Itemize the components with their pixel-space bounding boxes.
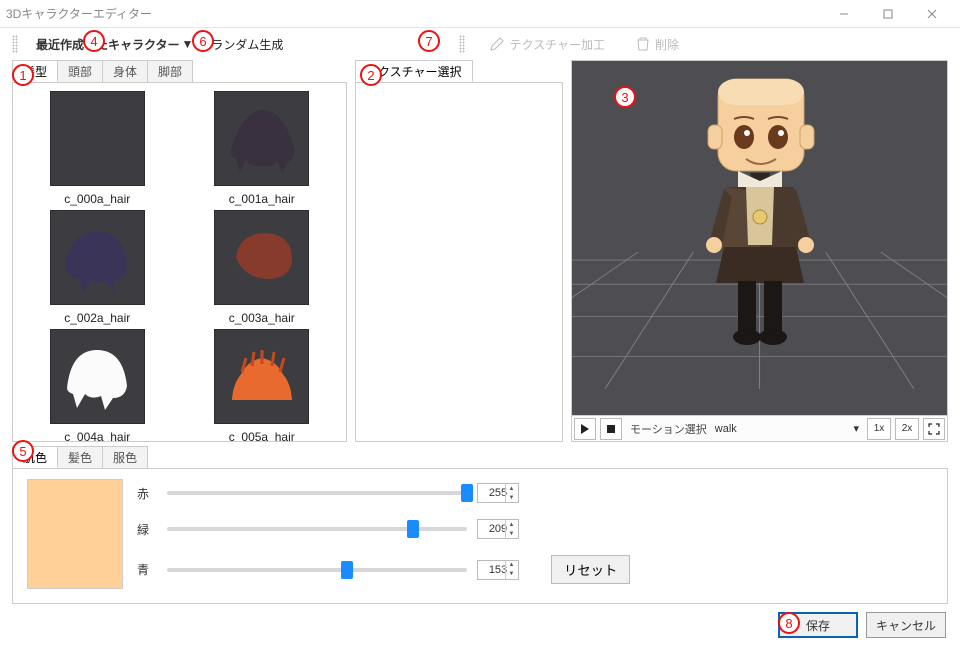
blue-spinner[interactable]: 153▲▼ bbox=[477, 560, 519, 580]
delete-label: 削除 bbox=[655, 36, 679, 53]
parts-tabs: 髪型 頭部 身体 脚部 bbox=[12, 60, 347, 82]
tab-body[interactable]: 身体 bbox=[102, 60, 148, 82]
window-maximize-button[interactable] bbox=[866, 0, 910, 28]
parts-grid-panel: c_000a_hair c_001a_hair c_002a_hair c_00… bbox=[12, 82, 347, 442]
green-label: 緑 bbox=[137, 521, 157, 538]
motion-select-dropdown[interactable]: walk ▾ bbox=[711, 422, 863, 435]
chevron-down-icon: ▾ bbox=[853, 422, 859, 435]
stop-button[interactable] bbox=[600, 418, 622, 440]
tab-hair-color[interactable]: 髪色 bbox=[57, 446, 103, 468]
annotation-3: 3 bbox=[614, 86, 636, 108]
hair-item-label: c_000a_hair bbox=[22, 192, 172, 206]
toolbar-grip-icon bbox=[459, 35, 465, 53]
texture-process-label: テクスチャー加工 bbox=[509, 36, 605, 53]
parts-thumbnail-grid[interactable]: c_000a_hair c_001a_hair c_002a_hair c_00… bbox=[13, 83, 346, 441]
hair-item-label: c_004a_hair bbox=[22, 430, 172, 441]
list-item[interactable]: c_001a_hair bbox=[187, 91, 337, 206]
window-close-button[interactable] bbox=[910, 0, 954, 28]
texture-tabs: テクスチャー選択 bbox=[355, 60, 563, 82]
annotation-1: 1 bbox=[12, 64, 34, 86]
texture-process-button[interactable]: テクスチャー加工 bbox=[483, 33, 611, 56]
list-item[interactable]: c_003a_hair bbox=[187, 210, 337, 325]
random-generate-button[interactable]: ランダム生成 bbox=[211, 36, 283, 53]
list-item[interactable]: c_000a_hair bbox=[22, 91, 172, 206]
annotation-4: 4 bbox=[83, 30, 105, 52]
annotation-7: 7 bbox=[418, 30, 440, 52]
toolbar: 最近作成したキャラクター▼ ランダム生成 テクスチャー加工 削除 bbox=[0, 28, 960, 60]
tab-clothes-color[interactable]: 服色 bbox=[102, 446, 148, 468]
motion-select-label: モーション選択 bbox=[630, 421, 707, 437]
annotation-6: 6 bbox=[192, 30, 214, 52]
hair-item-label: c_003a_hair bbox=[187, 311, 337, 325]
texture-pane: テクスチャー選択 bbox=[355, 60, 563, 442]
dialog-footer: 保存 キャンセル bbox=[0, 604, 960, 646]
blue-slider-row: 青 153▲▼ リセット bbox=[137, 555, 630, 584]
green-spinner[interactable]: 209▲▼ bbox=[477, 519, 519, 539]
annotation-8: 8 bbox=[778, 612, 800, 634]
blue-label: 青 bbox=[137, 561, 157, 578]
window-titlebar: 3Dキャラクターエディター bbox=[0, 0, 960, 28]
annotation-2: 2 bbox=[360, 64, 382, 86]
trash-icon bbox=[635, 36, 651, 52]
3d-viewport[interactable] bbox=[571, 60, 948, 416]
hair-item-label: c_001a_hair bbox=[187, 192, 337, 206]
character-preview bbox=[680, 69, 840, 372]
hair-item-label: c_005a_hair bbox=[187, 430, 337, 441]
delete-button[interactable]: 削除 bbox=[629, 33, 685, 56]
red-slider-row: 赤 255▲▼ bbox=[137, 483, 630, 503]
color-tabs: 肌色 髪色 服色 bbox=[12, 446, 948, 468]
annotation-5: 5 bbox=[12, 440, 34, 462]
red-label: 赤 bbox=[137, 485, 157, 502]
hair-item-label: c_002a_hair bbox=[22, 311, 172, 325]
color-preview-swatch bbox=[27, 479, 123, 589]
speed-2x-button[interactable]: 2x bbox=[895, 418, 919, 440]
window-title: 3Dキャラクターエディター bbox=[6, 5, 822, 22]
preview-pane: モーション選択 walk ▾ 1x 2x bbox=[571, 60, 948, 442]
motion-toolbar: モーション選択 walk ▾ 1x 2x bbox=[571, 416, 948, 442]
green-slider-row: 緑 209▲▼ bbox=[137, 519, 630, 539]
recent-characters-dropdown[interactable]: 最近作成したキャラクター▼ bbox=[36, 36, 193, 53]
list-item[interactable]: c_005a_hair bbox=[187, 329, 337, 441]
blue-slider[interactable] bbox=[167, 568, 467, 572]
toolbar-grip-icon bbox=[12, 35, 18, 53]
speed-1x-button[interactable]: 1x bbox=[867, 418, 891, 440]
recent-characters-label: 最近作成したキャラクター bbox=[36, 36, 180, 53]
tab-head[interactable]: 頭部 bbox=[57, 60, 103, 82]
window-minimize-button[interactable] bbox=[822, 0, 866, 28]
tab-legs[interactable]: 脚部 bbox=[147, 60, 193, 82]
motion-selected-value: walk bbox=[715, 423, 737, 435]
texture-list-panel[interactable] bbox=[355, 82, 563, 442]
color-section: 肌色 髪色 服色 赤 255▲▼ 緑 209▲▼ 青 153▲▼ リセット bbox=[0, 442, 960, 604]
cancel-button[interactable]: キャンセル bbox=[866, 612, 946, 638]
pencil-icon bbox=[489, 36, 505, 52]
list-item[interactable]: c_002a_hair bbox=[22, 210, 172, 325]
red-spinner[interactable]: 255▲▼ bbox=[477, 483, 519, 503]
reset-color-button[interactable]: リセット bbox=[551, 555, 630, 584]
red-slider[interactable] bbox=[167, 491, 467, 495]
parts-pane: 髪型 頭部 身体 脚部 c_000a_hair c_001a_hair bbox=[12, 60, 347, 442]
list-item[interactable]: c_004a_hair bbox=[22, 329, 172, 441]
green-slider[interactable] bbox=[167, 527, 467, 531]
play-button[interactable] bbox=[574, 418, 596, 440]
fullscreen-button[interactable] bbox=[923, 418, 945, 440]
